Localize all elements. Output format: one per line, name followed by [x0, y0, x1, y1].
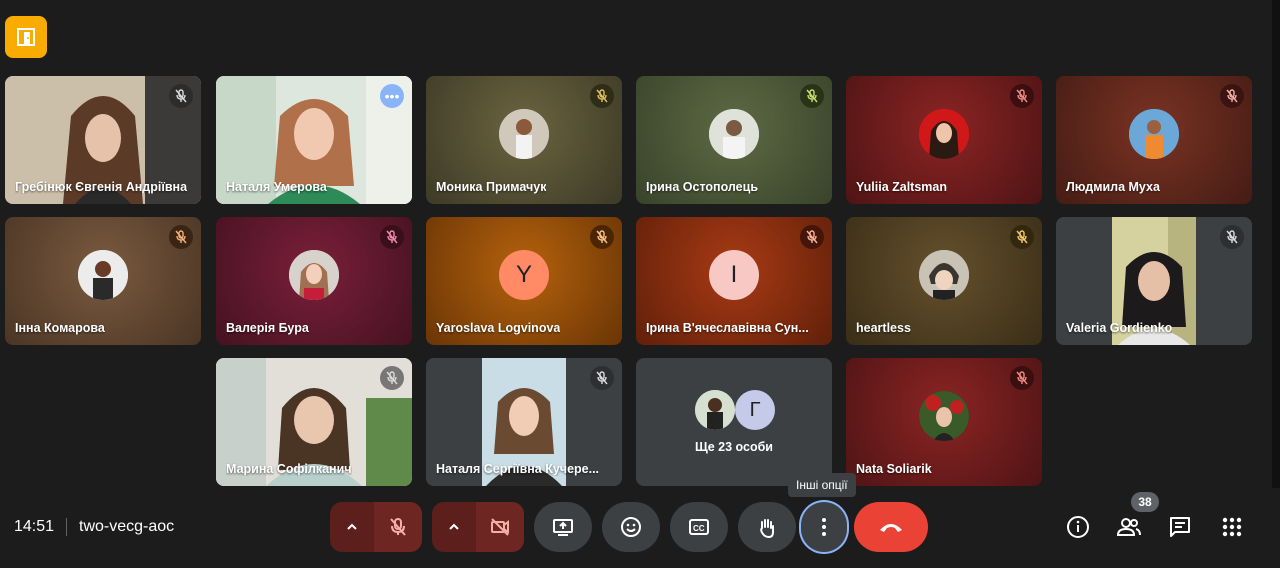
present-screen-icon: [553, 519, 573, 536]
mic-options-button[interactable]: [330, 502, 374, 552]
camera-toggle-button[interactable]: [476, 502, 524, 552]
chat-button[interactable]: [1165, 512, 1195, 542]
participant-avatar: [78, 250, 128, 300]
participant-name: Наталя Умерова: [226, 180, 327, 194]
chevron-up-icon: [347, 523, 357, 530]
others-avatar-letter: Г: [735, 390, 775, 430]
participant-name: heartless: [856, 321, 911, 335]
participant-tile[interactable]: Наталя Сергіївна Кучере...: [426, 358, 622, 486]
emoji-icon: [621, 517, 641, 537]
mic-off-icon: [1010, 84, 1034, 108]
mic-off-icon: [590, 84, 614, 108]
participant-tile[interactable]: Y Yaroslava Logvinova: [426, 217, 622, 345]
participant-tile[interactable]: Інна Комарова: [5, 217, 201, 345]
camera-control-group: [432, 502, 524, 552]
mic-off-icon: [1010, 225, 1034, 249]
participant-name: Ірина Остополець: [646, 180, 759, 194]
mic-off-icon: [590, 225, 614, 249]
people-button[interactable]: [1114, 512, 1144, 542]
participant-name: Марина Софілканич: [226, 462, 352, 476]
participant-tile[interactable]: I Ірина В'ячеславівна Сун...: [636, 217, 832, 345]
more-options-button[interactable]: [801, 502, 847, 552]
participant-name: Моника Примачук: [436, 180, 547, 194]
more-options-icon[interactable]: •••: [380, 84, 404, 108]
mic-off-icon: [380, 366, 404, 390]
participant-tile[interactable]: Валерія Бура: [216, 217, 412, 345]
mic-off-icon: [590, 366, 614, 390]
leave-call-button[interactable]: [854, 502, 928, 552]
raise-hand-icon: [760, 519, 774, 538]
participant-avatar: [919, 250, 969, 300]
present-button[interactable]: [534, 502, 592, 552]
info-icon: [1067, 516, 1089, 538]
participant-tile[interactable]: Людмила Муха: [1056, 76, 1252, 204]
end-call-icon: [880, 524, 902, 532]
participant-name: Інна Комарова: [15, 321, 105, 335]
mic-off-icon: [380, 225, 404, 249]
participant-name: Людмила Муха: [1066, 180, 1160, 194]
participant-tile[interactable]: Valeria Gordienko: [1056, 217, 1252, 345]
participant-avatar: [709, 109, 759, 159]
mic-off-icon: [169, 225, 193, 249]
participant-avatar: [1129, 109, 1179, 159]
others-tile[interactable]: Г Ще 23 особи: [636, 358, 832, 486]
others-avatar: [695, 390, 735, 430]
divider: [66, 518, 67, 536]
people-icon: [1116, 518, 1141, 536]
activities-button[interactable]: [1217, 512, 1247, 542]
participant-tile[interactable]: ••• Наталя Умерова: [216, 76, 412, 204]
more-vert-icon: [822, 518, 826, 536]
participant-tile[interactable]: Гребінюк Євгенія Андріївна: [5, 76, 201, 204]
meet-stage: Гребінюк Євгенія Андріївна ••• Наталя Ум…: [0, 0, 1280, 568]
emoji-button[interactable]: [602, 502, 660, 552]
participant-name: Гребінюк Євгенія Андріївна: [15, 180, 188, 194]
camera-options-button[interactable]: [432, 502, 476, 552]
svg-text:CC: CC: [693, 524, 705, 533]
mic-off-icon: [169, 84, 193, 108]
mic-toggle-button[interactable]: [374, 502, 422, 552]
chevron-up-icon: [449, 523, 459, 530]
mic-off-icon: [1010, 366, 1034, 390]
meeting-code: two-vecg-aoc: [79, 518, 175, 535]
participant-tile[interactable]: Yuliia Zaltsman: [846, 76, 1042, 204]
participant-avatar: [919, 391, 969, 441]
participant-name: Yaroslava Logvinova: [436, 321, 561, 335]
camera-off-icon: [491, 518, 509, 536]
participant-name: Валерія Бура: [226, 321, 309, 335]
mic-off-icon: [1220, 225, 1244, 249]
mic-off-icon: [800, 84, 824, 108]
participant-avatar: I: [709, 250, 759, 300]
participant-name: Yuliia Zaltsman: [856, 180, 948, 194]
participant-name: Valeria Gordienko: [1066, 321, 1173, 335]
participant-avatar: [289, 250, 339, 300]
others-label: Ще 23 особи: [694, 440, 773, 454]
participant-tile[interactable]: Nata Soliarik: [846, 358, 1042, 486]
meet-door-icon[interactable]: [5, 16, 47, 58]
apps-grid-icon: [1222, 517, 1242, 537]
participant-avatar: [499, 109, 549, 159]
clock: 14:51: [14, 518, 55, 535]
raise-hand-button[interactable]: [738, 502, 796, 552]
participant-avatar: Y: [499, 250, 549, 300]
participant-tile[interactable]: Ірина Остополець: [636, 76, 832, 204]
chat-icon: [1170, 517, 1190, 537]
participants-count-badge: 38: [1131, 492, 1159, 512]
captions-button[interactable]: CC: [670, 502, 728, 552]
participant-tile[interactable]: Марина Софілканич: [216, 358, 412, 486]
captions-icon: CC: [689, 519, 709, 535]
participant-tile[interactable]: heartless: [846, 217, 1042, 345]
participant-name: Ірина В'ячеславівна Сун...: [646, 321, 809, 335]
mic-off-icon: [1220, 84, 1244, 108]
meeting-info-button[interactable]: [1063, 512, 1093, 542]
participant-avatar: [919, 109, 969, 159]
mic-off-icon: [390, 518, 406, 536]
participant-name: Nata Soliarik: [856, 462, 932, 476]
mic-off-icon: [800, 225, 824, 249]
participant-name: Наталя Сергіївна Кучере...: [436, 462, 600, 476]
more-options-tooltip: Інші опції: [788, 473, 856, 497]
mic-control-group: [330, 502, 422, 552]
participant-tile[interactable]: Моника Примачук: [426, 76, 622, 204]
window-edge: [1272, 0, 1280, 568]
